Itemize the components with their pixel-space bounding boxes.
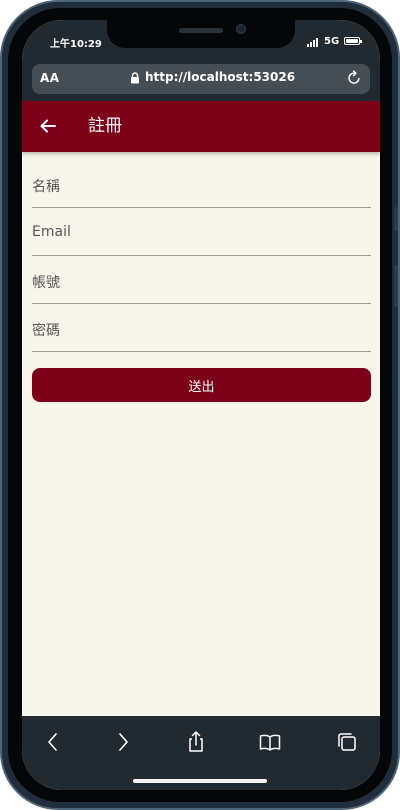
speaker-grille <box>179 28 223 33</box>
share-icon[interactable] <box>184 730 208 754</box>
email-field-label: Email <box>32 224 71 240</box>
status-bar: 上午10:29 5G <box>22 20 380 64</box>
account-field-label: 帳號 <box>32 275 60 291</box>
side-button <box>394 207 398 231</box>
text-size-button[interactable]: AA <box>40 71 60 85</box>
bookmarks-icon[interactable] <box>258 730 282 754</box>
network-type-label: 5G <box>324 36 340 47</box>
front-camera <box>236 24 246 34</box>
lock-icon <box>131 72 139 84</box>
phone-screen: 上午10:29 5G AA http://localhost:53026 註冊 … <box>22 20 380 790</box>
url-field[interactable]: AA http://localhost:53026 <box>32 64 370 94</box>
submit-button[interactable]: 送出 <box>32 368 371 402</box>
back-icon[interactable] <box>41 730 65 754</box>
password-field-label: 密碼 <box>32 323 60 339</box>
notch <box>107 20 295 48</box>
email-field[interactable]: Email <box>32 208 371 256</box>
home-indicator[interactable] <box>133 779 267 783</box>
browser-address-bar: AA http://localhost:53026 <box>22 64 380 101</box>
reload-icon[interactable] <box>346 70 362 86</box>
forward-icon[interactable] <box>111 730 135 754</box>
account-field[interactable]: 帳號 <box>32 256 371 304</box>
battery-icon <box>344 37 362 45</box>
tabs-icon[interactable] <box>335 730 359 754</box>
name-field-label: 名稱 <box>32 179 60 195</box>
app-header: 註冊 <box>22 101 380 152</box>
signal-icon <box>307 38 321 47</box>
status-time: 上午10:29 <box>50 39 102 50</box>
browser-toolbar <box>22 716 380 790</box>
registration-form: 名稱 Email 帳號 密碼 <box>32 160 371 352</box>
back-arrow-icon[interactable] <box>36 114 60 138</box>
password-field[interactable]: 密碼 <box>32 304 371 352</box>
name-field[interactable]: 名稱 <box>32 160 371 208</box>
url-text: http://localhost:53026 <box>145 70 296 84</box>
page-title: 註冊 <box>88 116 122 136</box>
side-button <box>394 265 398 307</box>
